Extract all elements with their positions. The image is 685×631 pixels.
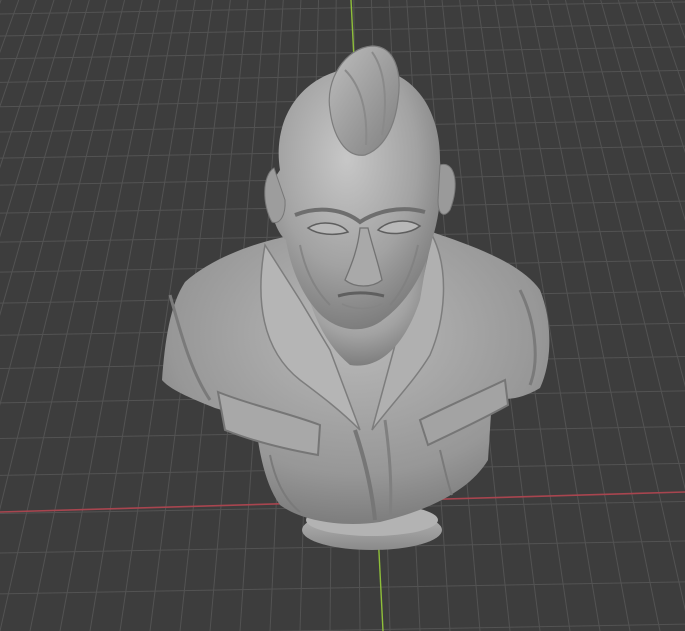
grid-line-vertical <box>0 0 90 317</box>
grid-line-horizontal <box>0 581 685 595</box>
sculpted-bust-model[interactable] <box>162 45 550 550</box>
grid-line-horizontal <box>0 23 685 37</box>
grid-line-vertical <box>0 0 108 407</box>
grid-line-vertical <box>29 0 161 631</box>
grid-line-vertical <box>0 0 20 54</box>
3d-viewport[interactable] <box>0 0 685 631</box>
grid-line-vertical <box>0 0 143 631</box>
grid-line-horizontal <box>0 1 685 15</box>
grid-line-vertical <box>0 0 73 238</box>
grid-line-horizontal <box>265 623 685 631</box>
grid-line-vertical <box>0 0 2 5</box>
grid-line-horizontal <box>0 46 685 60</box>
ear-right <box>437 163 456 215</box>
grid-line-vertical <box>0 0 55 169</box>
grid-line-vertical <box>0 0 37 108</box>
grid-line-vertical <box>529 0 661 631</box>
grid-line-vertical <box>59 0 178 631</box>
